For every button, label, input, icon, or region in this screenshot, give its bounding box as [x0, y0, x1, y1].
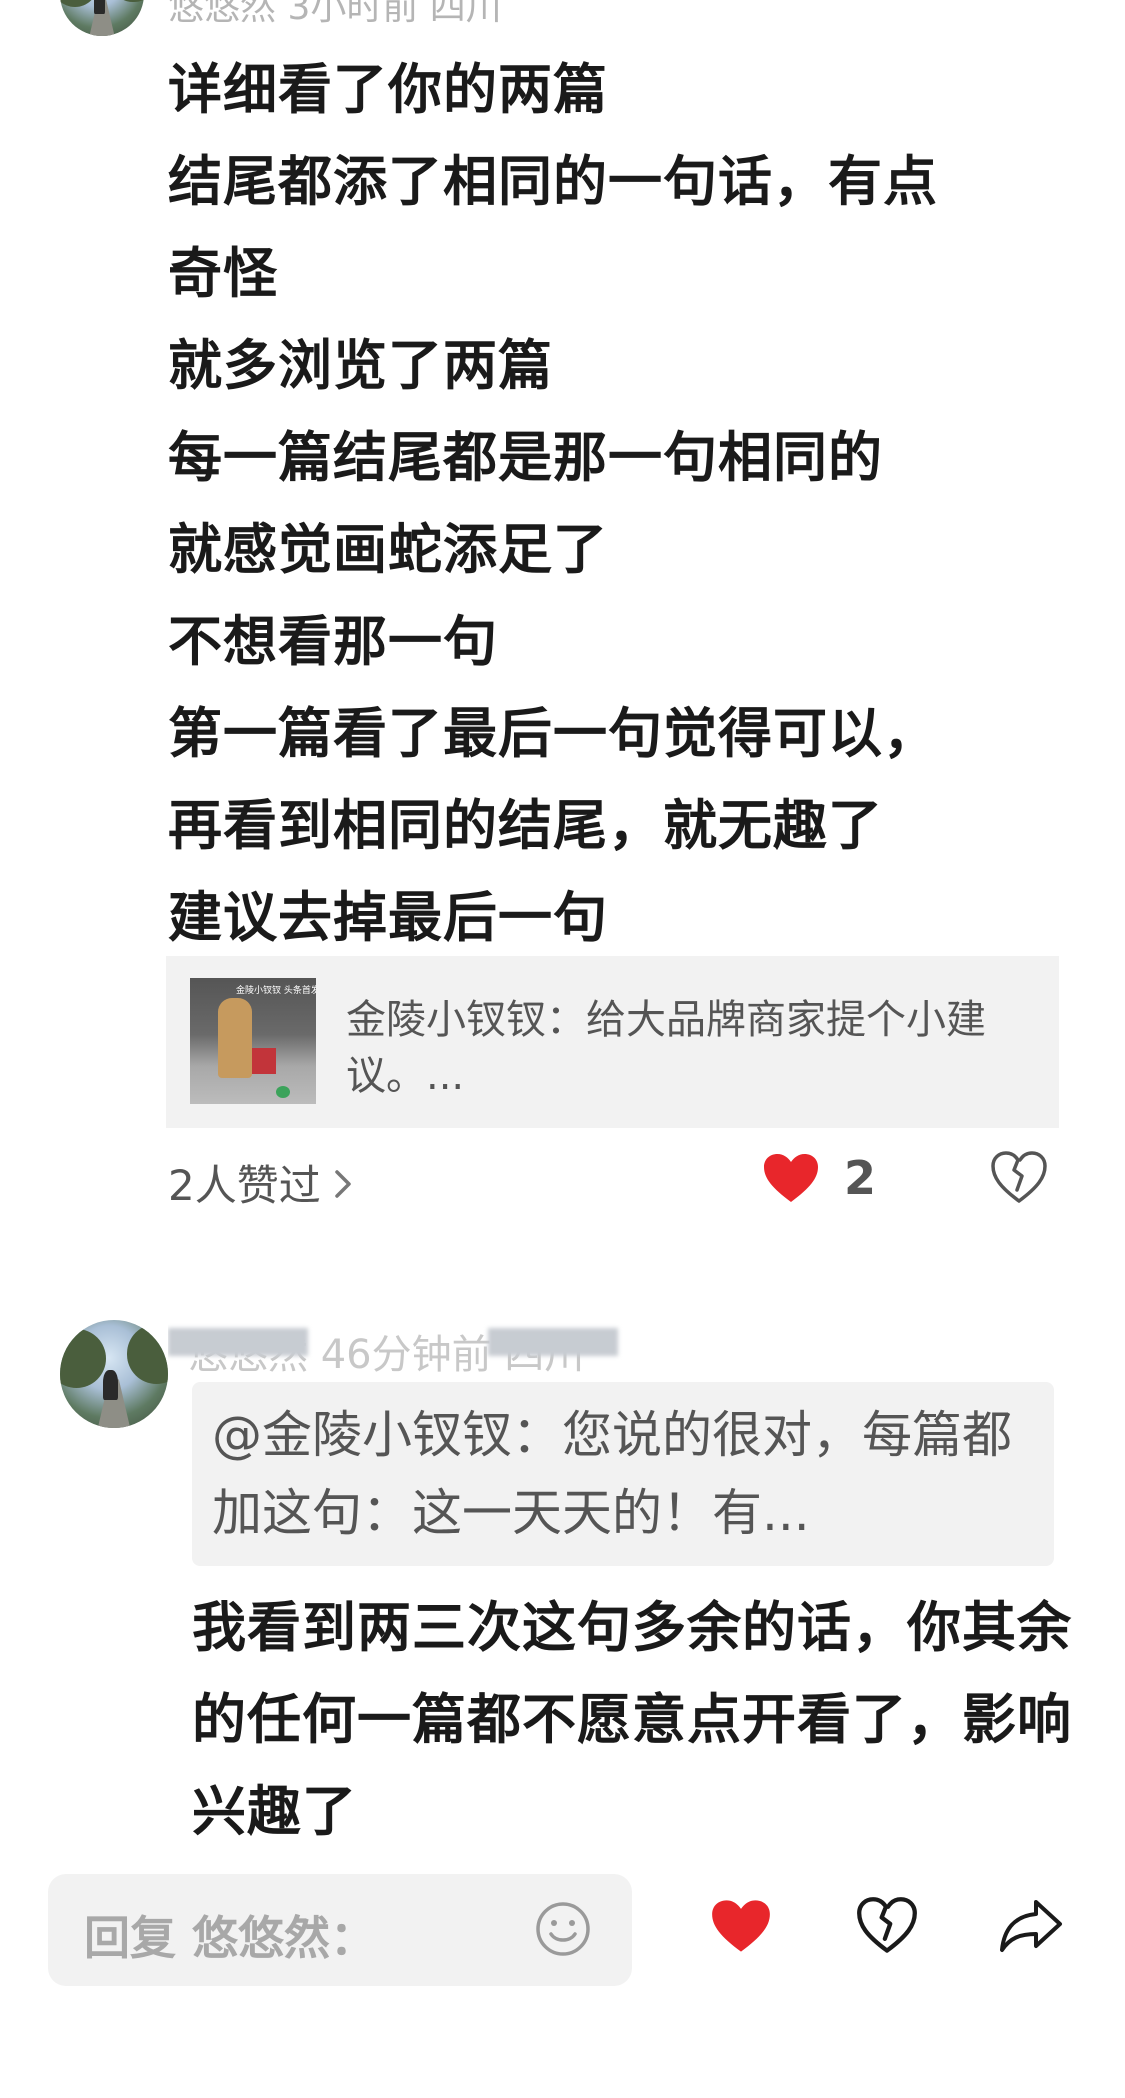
comment-body: 详细看了你的两篇 结尾都添了相同的一句话，有点 奇怪 就多浏览了两篇 每一篇结尾…	[168, 44, 1068, 964]
comment-line: 每一篇结尾都是那一句相同的	[168, 426, 883, 489]
comment-line: 第一篇看了最后一句觉得可以，	[168, 702, 938, 765]
article-title: 金陵小钗钗：给大品牌商家提个小建议。...	[346, 997, 986, 1099]
liked-by-text: 2人赞过	[168, 1161, 321, 1210]
heart-icon	[712, 1900, 770, 1952]
dislike-button[interactable]	[990, 1150, 1048, 1210]
share-button[interactable]	[998, 1896, 1064, 1960]
comment-author-meta: 悠悠然 46分钟前 四川	[168, 1320, 688, 1372]
article-thumbnail: 金陵小钗钗 头条首发使用	[190, 978, 316, 1104]
reply-input[interactable]: 回复 悠悠然：	[48, 1874, 632, 1986]
broken-heart-icon	[857, 1897, 917, 1953]
liked-by-link[interactable]: 2人赞过	[168, 1152, 353, 1213]
quoted-reply-text: @金陵小钗钗：您说的很对，每篇都加这句：这一天天的！有...	[212, 1406, 1012, 1542]
comment-body: 我看到两三次这句多余的话，你其余的任何一篇都不愿意点开看了，影响兴趣了	[192, 1596, 1072, 1843]
comment-author-meta: 悠悠然 3小时前 四川	[168, 0, 502, 28]
comment-line: 建议去掉最后一句	[168, 886, 608, 949]
avatar[interactable]	[60, 0, 144, 36]
smiley-icon[interactable]	[534, 1900, 592, 1962]
comment-line: 就感觉画蛇添足了	[168, 518, 608, 581]
avatar[interactable]	[60, 1320, 168, 1428]
quoted-reply[interactable]: @金陵小钗钗：您说的很对，每篇都加这句：这一天天的！有...	[192, 1382, 1054, 1566]
dislike-button[interactable]	[856, 1896, 918, 1960]
broken-heart-icon	[991, 1151, 1047, 1203]
like-count: 2	[844, 1151, 877, 1205]
comment-line: 结尾都添了相同的一句话，有点	[168, 150, 938, 213]
chevron-right-icon	[333, 1161, 353, 1210]
comment-line: 不想看那一句	[168, 610, 498, 673]
heart-icon	[764, 1154, 818, 1202]
like-button[interactable]: 2	[762, 1146, 876, 1210]
share-icon	[1000, 1900, 1062, 1952]
thumbnail-caption: 金陵小钗钗 头条首发使用	[236, 986, 316, 996]
reply-placeholder: 回复 悠悠然：	[84, 1911, 377, 1965]
comment-line: 详细看了你的两篇	[168, 58, 608, 121]
linked-article-card[interactable]: 金陵小钗钗 头条首发使用 金陵小钗钗：给大品牌商家提个小建议。...	[166, 956, 1059, 1128]
comment-line: 再看到相同的结尾，就无趣了	[168, 794, 883, 857]
comment-line: 奇怪	[168, 242, 278, 305]
like-button[interactable]	[710, 1898, 772, 1958]
comment-line: 就多浏览了两篇	[168, 334, 553, 397]
